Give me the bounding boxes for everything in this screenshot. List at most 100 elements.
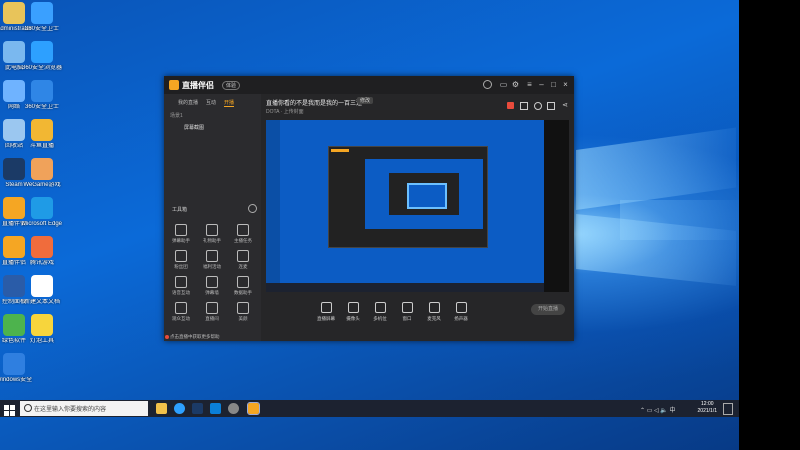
avatar-icon[interactable] — [483, 80, 492, 89]
shield-icon — [31, 2, 53, 24]
tab-interact[interactable]: 互动 — [206, 99, 216, 106]
stream-meta[interactable]: DOTA · 上传封面 — [266, 108, 304, 115]
tool-item[interactable]: 粉丝团 — [168, 250, 194, 270]
tool-item[interactable]: 美颜 — [230, 302, 256, 322]
desktop-icon[interactable]: 360安全卫士 — [14, 80, 70, 111]
share-icon[interactable]: ⋖ — [562, 101, 568, 109]
desktop-icon[interactable]: 360安全浏览器 — [14, 41, 70, 72]
desktop-icon[interactable]: 斗鱼直播 — [14, 119, 70, 150]
tool-item[interactable]: 连麦 — [230, 250, 256, 270]
nested-app-logo — [331, 149, 349, 152]
tool-item[interactable]: 语音互动 — [168, 276, 194, 296]
desktop-icon[interactable]: 新建文本文档 — [14, 275, 70, 306]
camera-icon — [347, 302, 359, 313]
start-live-button[interactable]: 开始直播 — [531, 304, 565, 315]
settings-icon[interactable] — [228, 403, 239, 414]
bottom-tool-label: 直播屏幕 — [317, 316, 335, 321]
clock[interactable]: 12:00 2021/1/1 — [698, 401, 717, 415]
gift-icon[interactable] — [534, 102, 542, 110]
clock-time: 12:00 — [701, 401, 714, 407]
tool-item[interactable]: 数据助手 — [230, 276, 256, 296]
desktop-icon[interactable]: 灯泡工具 — [14, 314, 70, 345]
shield-icon — [31, 80, 53, 102]
settings-icon[interactable]: ⚙ — [511, 80, 520, 89]
tool-label: 语音互动 — [172, 290, 190, 295]
tab-start-live[interactable]: 开播 — [224, 99, 235, 107]
bottom-tool-button[interactable]: 多机位 — [367, 302, 393, 322]
desktop-icon-label: Windows安全 — [0, 377, 33, 383]
menu-icon[interactable]: ≡ — [525, 80, 534, 89]
scene-label[interactable]: 场景1 — [170, 112, 183, 119]
preview-taskbar — [266, 283, 553, 292]
bottom-toolbar: 直播屏幕 摄像头 多机位 窗口 麦克风 扬声器 开始直播 — [261, 294, 574, 341]
windows-start-icon[interactable] — [4, 403, 15, 416]
tool-label: 礼物助手 — [203, 238, 221, 243]
tool-item[interactable]: 礼物助手 — [199, 224, 225, 244]
wallpaper-ray — [576, 127, 736, 210]
desktop-icon[interactable]: 腾讯游戏 — [14, 236, 70, 267]
bottom-tool-button[interactable]: 窗口 — [394, 302, 420, 322]
app-badge[interactable]: 体验 — [222, 81, 241, 90]
tool-icon — [206, 302, 218, 314]
desktop-icon-label: 腾讯游戏 — [29, 260, 54, 266]
bottom-tool-button[interactable]: 直播屏幕 — [313, 302, 339, 322]
tool-item[interactable]: 直播间 — [199, 302, 225, 322]
tool-label: 福利活动 — [203, 264, 221, 269]
stream-preview[interactable] — [266, 120, 553, 292]
nested-preview-2 — [407, 183, 447, 209]
streaming-app-taskbar-icon[interactable] — [247, 402, 260, 415]
minimize-icon[interactable]: – — [537, 80, 546, 89]
desktop-icon[interactable]: Windows安全 — [0, 353, 42, 384]
app-titlebar[interactable]: 直播伴侣 体验 ▭ ⚙ ≡ – □ × — [164, 76, 574, 94]
notification-icon[interactable] — [723, 403, 733, 415]
help-hint[interactable]: 点击直播中获取更多帮助 — [170, 334, 220, 340]
tool-label: 连麦 — [238, 264, 248, 269]
edge-icon[interactable] — [210, 403, 221, 414]
tray-icons[interactable]: ⌃ ▭ ◁ 🔈 中 — [640, 405, 675, 414]
desktop-icon-label: 斗鱼直播 — [29, 143, 54, 149]
source-label[interactable]: 屏幕截图 — [184, 124, 204, 131]
tool-label: 观众互动 — [172, 316, 190, 321]
add-tool-icon[interactable] — [248, 204, 257, 213]
stream-title[interactable]: 直播你看的不是我而是我的一百三连 — [266, 98, 362, 107]
file-explorer-icon[interactable] — [156, 403, 167, 414]
desktop-icon-label: Microsoft Edge — [21, 221, 63, 227]
home-icon[interactable] — [547, 102, 555, 110]
tool-icon — [175, 250, 187, 262]
bottom-tool-button[interactable]: 扬声器 — [448, 302, 474, 322]
bottom-tool-label: 多机位 — [373, 316, 387, 321]
multi-camera-icon — [374, 302, 386, 313]
tool-icon — [175, 276, 187, 288]
desktop-icon[interactable]: Microsoft Edge — [14, 197, 70, 228]
desktop-icon[interactable]: 360安全卫士 — [14, 2, 70, 33]
message-icon[interactable]: ▭ — [499, 80, 508, 89]
streaming-app-window[interactable]: 直播伴侣 体验 ▭ ⚙ ≡ – □ × 我的直播 互动 开播 场景1 屏幕截图 … — [164, 76, 574, 341]
desktop-icon-label: 360安全浏览器 — [21, 65, 62, 71]
left-panel: 我的直播 互动 开播 场景1 屏幕截图 工具箱 弹幕助手 礼物助手 主播任务粉丝团 福… — [164, 94, 261, 341]
tool-item[interactable]: 弹幕助手 — [168, 224, 194, 244]
maximize-icon[interactable]: □ — [549, 80, 558, 89]
steam-icon[interactable] — [192, 403, 203, 414]
record-icon[interactable] — [507, 102, 514, 109]
tools-title: 工具箱 — [172, 207, 188, 213]
desktop-icon-label: 灯泡工具 — [29, 338, 54, 344]
taskbar-search[interactable]: 在这里输入你要搜索的内容 — [20, 401, 148, 416]
lock-icon[interactable] — [520, 102, 528, 110]
edit-title-button[interactable]: 修改 — [357, 97, 374, 104]
close-icon[interactable]: × — [561, 80, 570, 89]
screen-capture-icon — [320, 302, 332, 313]
tool-item[interactable]: 主播任务 — [230, 224, 256, 244]
desktop-icon[interactable]: WeGame游戏 — [14, 158, 70, 189]
tab-my-live[interactable]: 我的直播 — [178, 99, 198, 106]
preview-desktop-icons — [266, 120, 280, 292]
bottom-tool-button[interactable]: 麦克风 — [421, 302, 447, 322]
bottom-tool-button[interactable]: 摄像头 — [340, 302, 366, 322]
tool-icon — [237, 224, 249, 236]
browser-icon[interactable] — [174, 403, 185, 414]
app-icon — [31, 119, 53, 141]
tool-item[interactable]: 弹幕墙 — [199, 276, 225, 296]
tool-item[interactable]: 福利活动 — [199, 250, 225, 270]
browser-icon — [31, 41, 53, 63]
tool-item[interactable]: 观众互动 — [168, 302, 194, 322]
tool-label: 主播任务 — [234, 238, 252, 243]
